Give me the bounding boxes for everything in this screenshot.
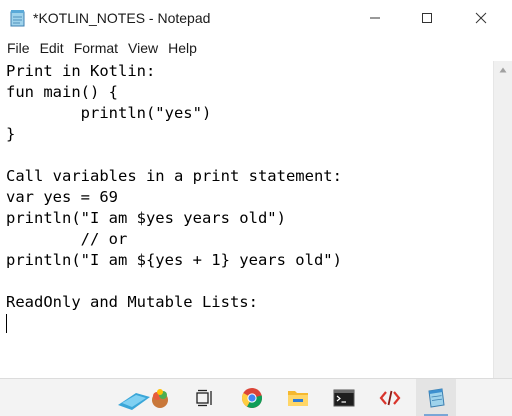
maximize-icon — [422, 13, 432, 23]
editor-line: println("yes") — [6, 104, 212, 122]
maximize-button[interactable] — [404, 0, 450, 36]
menu-view[interactable]: View — [123, 38, 163, 58]
text-caret — [6, 314, 7, 333]
editor-line: } — [6, 125, 16, 143]
editor-line: println("I am ${yes + 1} years old") — [6, 251, 342, 269]
editor-line: Call variables in a print statement: — [6, 167, 342, 185]
taskbar-widgets[interactable] — [112, 379, 176, 416]
chrome-icon — [242, 388, 263, 409]
taskbar-code-editor[interactable] — [372, 379, 408, 416]
close-button[interactable] — [458, 0, 504, 36]
menu-bar: File Edit Format View Help — [0, 36, 512, 60]
taskbar-terminal[interactable] — [326, 379, 362, 416]
taskbar-notepad[interactable] — [416, 379, 456, 416]
scroll-up-arrow-icon — [499, 67, 507, 72]
editor-line: println("I am $yes years old") — [6, 209, 286, 227]
menu-help[interactable]: Help — [163, 38, 202, 58]
taskbar-task-view[interactable] — [192, 379, 218, 416]
notepad-icon — [428, 388, 445, 408]
menu-file[interactable]: File — [2, 38, 35, 58]
code-editor-icon — [379, 390, 401, 406]
taskbar-file-explorer[interactable] — [280, 379, 316, 416]
notepad-icon — [9, 9, 27, 27]
vertical-scrollbar[interactable] — [493, 61, 512, 378]
editor-line: Print in Kotlin: — [6, 62, 156, 80]
minimize-button[interactable] — [352, 0, 398, 36]
editor-line: ReadOnly and Mutable Lists: — [6, 293, 258, 311]
text-editor[interactable]: Print in Kotlin: fun main() { println("y… — [0, 61, 493, 378]
taskbar — [0, 378, 512, 416]
minimize-icon — [370, 17, 380, 19]
title-bar[interactable]: *KOTLIN_NOTES - Notepad — [0, 0, 512, 36]
file-explorer-icon — [288, 391, 308, 406]
window-title: *KOTLIN_NOTES - Notepad — [33, 10, 211, 26]
menu-edit[interactable]: Edit — [35, 38, 69, 58]
close-icon — [475, 12, 487, 24]
scroll-up-button[interactable] — [494, 61, 512, 78]
taskbar-chrome[interactable] — [234, 379, 270, 416]
task-view-icon — [196, 389, 212, 407]
editor-line: // or — [6, 230, 128, 248]
menu-format[interactable]: Format — [69, 38, 123, 58]
terminal-icon — [333, 389, 355, 407]
editor-line: fun main() { — [6, 83, 118, 101]
widgets-icon — [118, 389, 168, 410]
editor-line: var yes = 69 — [6, 188, 118, 206]
